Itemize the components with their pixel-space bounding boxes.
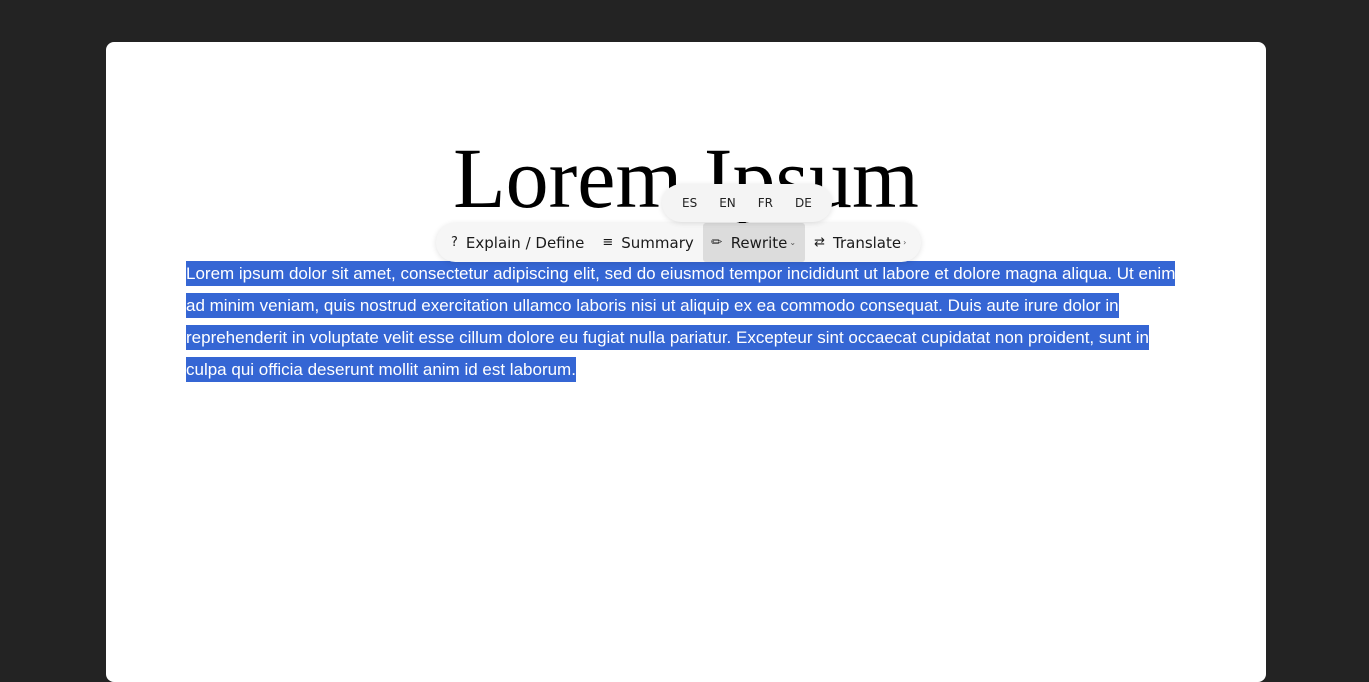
swap-arrows-icon: ⇄	[814, 235, 825, 250]
chevron-right-icon: ›	[903, 238, 907, 247]
selection-toolbar: ? Explain / Define ≡ Summary ✎ Rewrite ⌄…	[436, 223, 922, 262]
explain-define-button[interactable]: ? Explain / Define	[442, 223, 593, 262]
language-option-es[interactable]: ES	[671, 184, 708, 222]
explain-define-label: Explain / Define	[465, 233, 585, 252]
document-paragraph[interactable]: Lorem ipsum dolor sit amet, consectetur …	[186, 258, 1186, 386]
translate-button[interactable]: ⇄ Translate ›	[805, 223, 915, 262]
list-icon: ≡	[602, 235, 614, 250]
summary-label: Summary	[621, 233, 694, 252]
language-option-en[interactable]: EN	[708, 184, 747, 222]
language-option-fr[interactable]: FR	[747, 184, 784, 222]
question-icon: ?	[451, 235, 458, 250]
language-menu: ES EN FR DE	[662, 184, 832, 222]
language-option-de[interactable]: DE	[784, 184, 823, 222]
document-page: Lorem Ipsum Lorem ipsum dolor sit amet, …	[106, 42, 1266, 682]
rewrite-label: Rewrite	[730, 233, 788, 252]
summary-button[interactable]: ≡ Summary	[593, 223, 702, 262]
selected-text[interactable]: Lorem ipsum dolor sit amet, consectetur …	[186, 261, 1176, 382]
pencil-icon: ✎	[708, 233, 727, 252]
translate-label: Translate	[833, 233, 902, 252]
chevron-down-icon: ⌄	[789, 238, 797, 247]
rewrite-button[interactable]: ✎ Rewrite ⌄	[702, 223, 806, 262]
